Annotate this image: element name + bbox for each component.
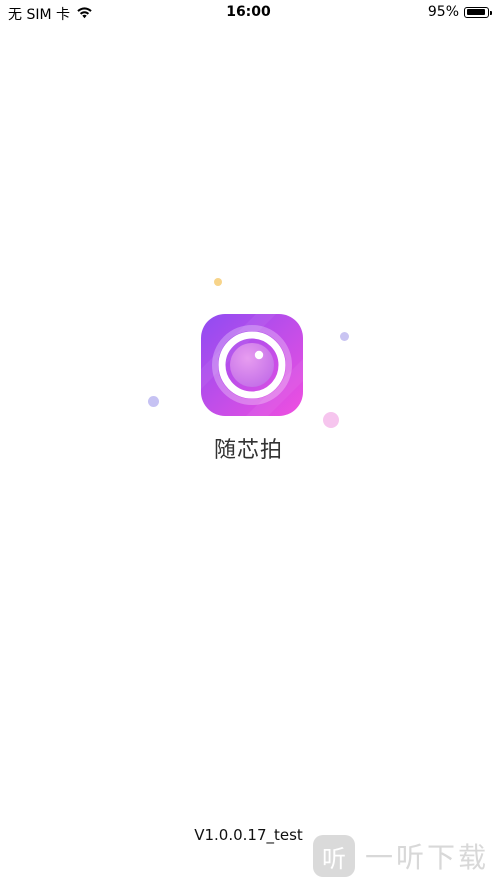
watermark-text: 一听下载 xyxy=(364,841,489,874)
app-name: 随芯拍 xyxy=(213,438,283,463)
watermark-logo-icon: 听 xyxy=(312,835,355,877)
battery-fill xyxy=(466,9,486,15)
battery-icon xyxy=(464,6,492,18)
battery-cap xyxy=(490,10,492,15)
status-bar: 无 SIM 卡 16:00 95% xyxy=(0,0,497,26)
camera-lens-icon xyxy=(196,309,308,421)
decor-dot-purple xyxy=(148,396,159,407)
status-time: 16:00 xyxy=(226,4,271,20)
decor-dot-yellow xyxy=(214,278,222,286)
status-right: 95% xyxy=(427,4,492,20)
watermark: 听 一听下载 xyxy=(312,835,489,877)
splash-screen: 无 SIM 卡 16:00 95% 随芯拍 V1.0.0.17_test 听 一… xyxy=(0,0,497,883)
decor-dot-lavender xyxy=(340,332,349,341)
battery-percent: 95% xyxy=(427,4,459,20)
decor-dot-pink xyxy=(323,412,339,428)
